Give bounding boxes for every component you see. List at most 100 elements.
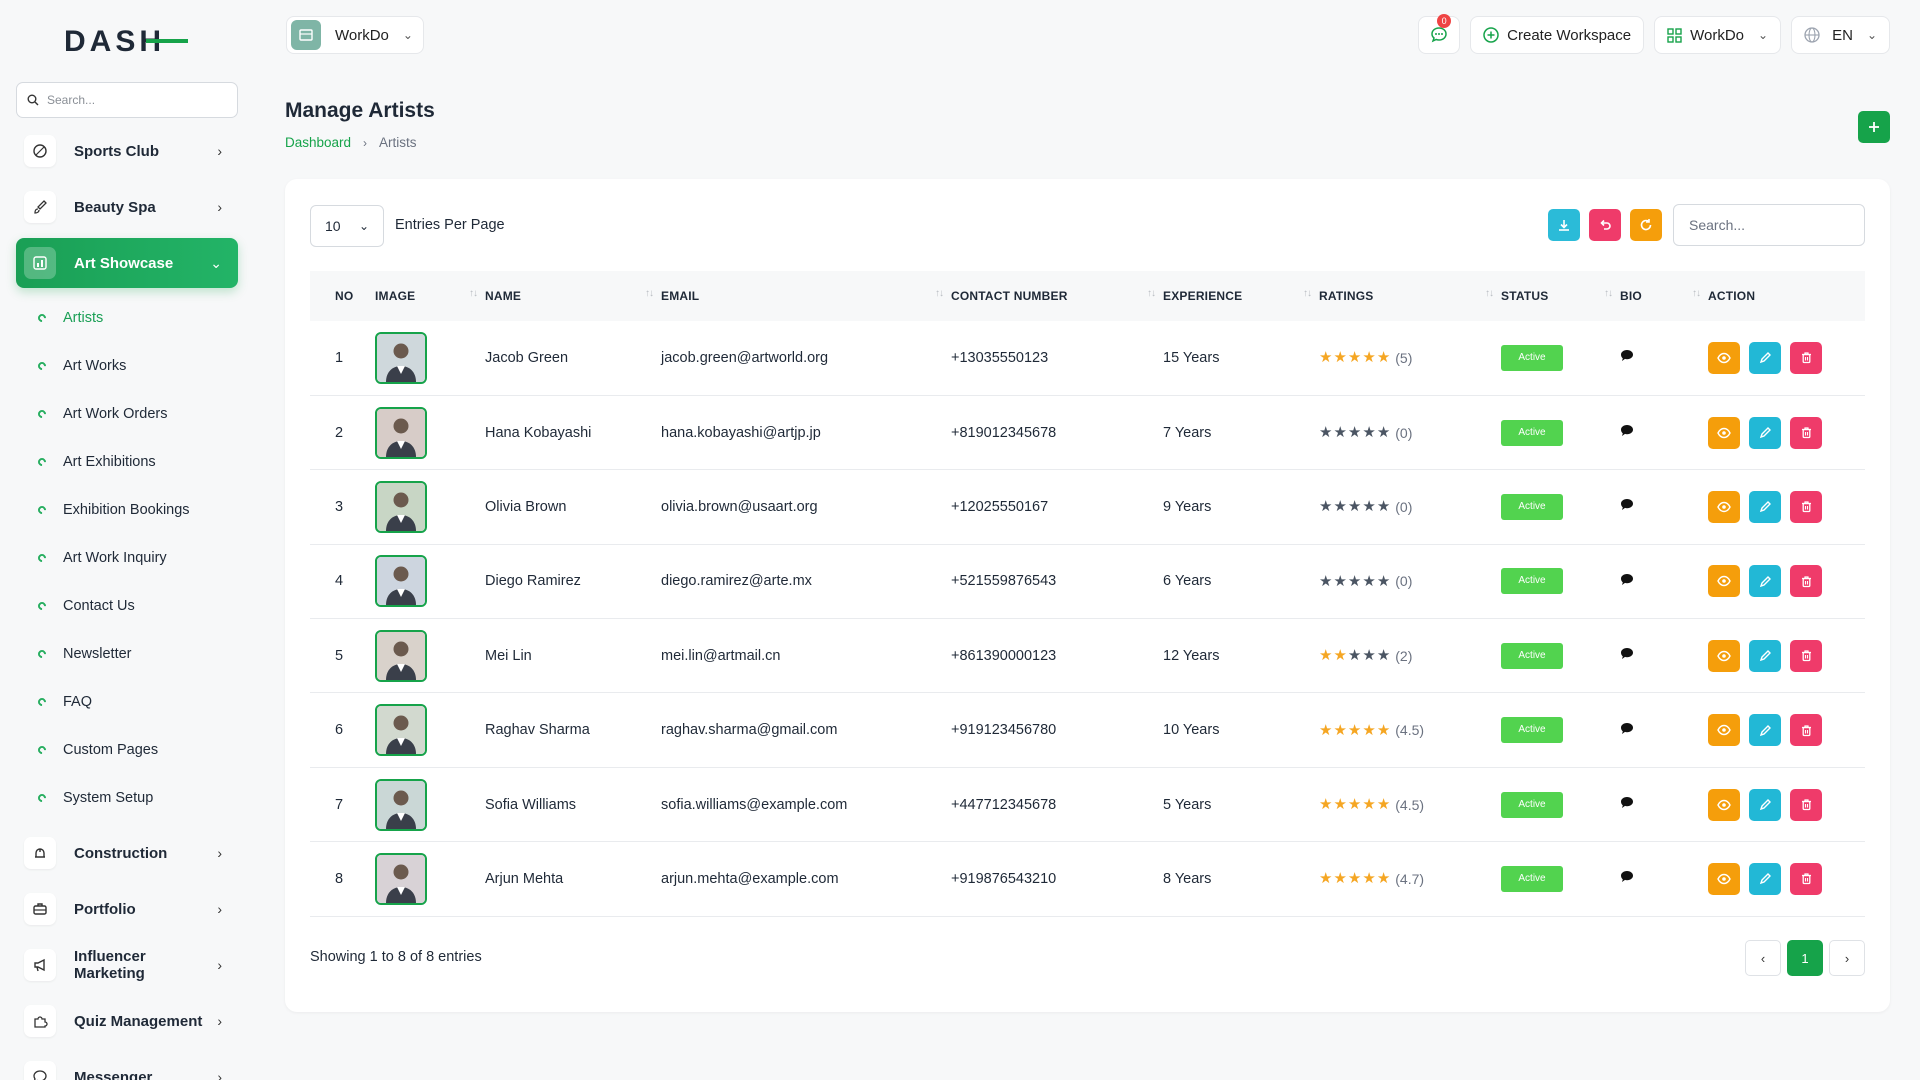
- edit-button[interactable]: [1749, 490, 1781, 523]
- view-button[interactable]: [1708, 714, 1740, 747]
- pagination-next-button[interactable]: ›: [1829, 940, 1865, 976]
- view-button[interactable]: [1708, 341, 1740, 374]
- cell-contact: +521559876543: [951, 573, 1057, 590]
- sidebar-subitem-art-exhibitions[interactable]: Art Exhibitions: [14, 438, 240, 486]
- sidebar-item-influencer-marketing[interactable]: Influencer Marketing ›: [16, 940, 238, 990]
- sidebar-search-input[interactable]: [47, 93, 227, 107]
- logo[interactable]: DASH: [14, 0, 240, 82]
- bio-comment-icon[interactable]: [1620, 573, 1634, 590]
- rating-value: (0): [1395, 573, 1413, 590]
- delete-button[interactable]: [1790, 862, 1822, 895]
- sidebar-search[interactable]: [16, 82, 238, 118]
- delete-button[interactable]: [1790, 565, 1822, 598]
- column-header-contact[interactable]: CONTACT NUMBER ↑↓: [951, 271, 1163, 321]
- entries-per-page-select[interactable]: 10 ⌄: [310, 205, 384, 247]
- delete-button[interactable]: [1790, 714, 1822, 747]
- cell-action: [1708, 395, 1865, 469]
- star-empty-icon: ★: [1347, 424, 1362, 442]
- column-header-name[interactable]: NAME ↑↓: [485, 271, 661, 321]
- sidebar-item-portfolio[interactable]: Portfolio ›: [16, 884, 238, 934]
- column-header-label: EMAIL: [661, 289, 700, 303]
- edit-button[interactable]: [1749, 639, 1781, 672]
- column-header-ratings[interactable]: RATINGS ↑↓: [1319, 271, 1501, 321]
- status-badge: Active: [1501, 568, 1563, 595]
- bio-comment-icon[interactable]: [1620, 722, 1634, 739]
- sort-icon: ↑↓: [1604, 288, 1613, 299]
- column-header-bio[interactable]: BIO ↑↓: [1620, 271, 1708, 321]
- view-button[interactable]: [1708, 639, 1740, 672]
- bio-comment-icon[interactable]: [1620, 796, 1634, 813]
- table-search-input[interactable]: [1673, 204, 1865, 246]
- pagination-prev-button[interactable]: ‹: [1745, 940, 1781, 976]
- delete-button[interactable]: [1790, 341, 1822, 374]
- language-selector[interactable]: EN ⌄: [1791, 16, 1890, 54]
- sidebar-item-messenger[interactable]: Messenger ›: [16, 1052, 238, 1080]
- bio-comment-icon[interactable]: [1620, 424, 1634, 441]
- sidebar-subitem-art-works[interactable]: Art Works: [14, 342, 240, 390]
- star-empty-icon: ★: [1319, 498, 1333, 516]
- bio-comment-icon[interactable]: [1620, 349, 1634, 366]
- bio-comment-icon[interactable]: [1620, 647, 1634, 664]
- rating-value: (2): [1395, 647, 1413, 664]
- sidebar-subitem-custom-pages[interactable]: Custom Pages: [14, 726, 240, 774]
- edit-button[interactable]: [1749, 862, 1781, 895]
- delete-button[interactable]: [1790, 490, 1822, 523]
- sidebar-item-sports-club[interactable]: Sports Club ›: [16, 126, 238, 176]
- delete-button[interactable]: [1790, 788, 1822, 821]
- sidebar-subitem-art-work-inquiry[interactable]: Art Work Inquiry: [14, 534, 240, 582]
- breadcrumb-dashboard-link[interactable]: Dashboard: [285, 135, 351, 150]
- sidebar-subitem-newsletter[interactable]: Newsletter: [14, 630, 240, 678]
- rating-value: (0): [1395, 424, 1413, 441]
- pagination-page-button[interactable]: 1: [1787, 940, 1823, 976]
- sports-icon: [24, 135, 56, 167]
- star-half-icon: ★: [1376, 721, 1391, 739]
- workspace-selector[interactable]: WorkDo ⌄: [286, 16, 424, 54]
- sidebar-subitem-faq[interactable]: FAQ: [14, 678, 240, 726]
- view-button[interactable]: [1708, 862, 1740, 895]
- sidebar-subitem-artists[interactable]: Artists: [14, 294, 240, 342]
- cell-contact: +861390000123: [951, 647, 1057, 664]
- column-header-experience[interactable]: EXPERIENCE ↑↓: [1163, 271, 1319, 321]
- chevron-down-icon: ⌄: [402, 28, 413, 42]
- column-header-image[interactable]: IMAGE ↑↓: [375, 271, 485, 321]
- delete-button[interactable]: [1790, 416, 1822, 449]
- sidebar-subitem-exhibition-bookings[interactable]: Exhibition Bookings: [14, 486, 240, 534]
- sidebar-item-quiz-management[interactable]: Quiz Management ›: [16, 996, 238, 1046]
- add-artist-button[interactable]: [1858, 111, 1890, 143]
- column-header-email[interactable]: EMAIL ↑↓: [661, 271, 951, 321]
- pencil-icon: [1759, 799, 1771, 811]
- star-empty-icon: ★: [1362, 647, 1376, 665]
- column-header-status[interactable]: STATUS ↑↓: [1501, 271, 1620, 321]
- cell-status: Active: [1501, 619, 1620, 693]
- edit-button[interactable]: [1749, 714, 1781, 747]
- view-button[interactable]: [1708, 788, 1740, 821]
- star-filled-icon: ★: [1347, 870, 1362, 888]
- star-filled-icon: ★: [1319, 647, 1333, 665]
- sidebar-item-construction[interactable]: Construction ›: [16, 828, 238, 878]
- view-button[interactable]: [1708, 416, 1740, 449]
- edit-button[interactable]: [1749, 565, 1781, 598]
- sidebar-subitem-contact-us[interactable]: Contact Us: [14, 582, 240, 630]
- edit-button[interactable]: [1749, 341, 1781, 374]
- sidebar-item-beauty-spa[interactable]: Beauty Spa ›: [16, 182, 238, 232]
- bio-comment-icon[interactable]: [1620, 870, 1634, 887]
- edit-button[interactable]: [1749, 788, 1781, 821]
- refresh-button[interactable]: [1630, 209, 1662, 241]
- export-button[interactable]: [1548, 209, 1580, 241]
- bio-comment-icon[interactable]: [1620, 498, 1634, 515]
- view-button[interactable]: [1708, 565, 1740, 598]
- artist-avatar: [375, 778, 427, 831]
- delete-button[interactable]: [1790, 639, 1822, 672]
- notifications-button[interactable]: 0: [1418, 14, 1461, 54]
- workspace-switch-button[interactable]: WorkDo ⌄: [1654, 16, 1782, 54]
- view-button[interactable]: [1708, 490, 1740, 523]
- cell-contact: +447712345678: [951, 796, 1057, 813]
- sidebar-subitem-system-setup[interactable]: System Setup: [14, 774, 240, 822]
- sidebar-subitem-art-work-orders[interactable]: Art Work Orders: [14, 390, 240, 438]
- sidebar-item-art-showcase[interactable]: Art Showcase ⌄: [16, 238, 238, 288]
- pencil-icon: [1759, 352, 1771, 364]
- edit-button[interactable]: [1749, 416, 1781, 449]
- create-workspace-button[interactable]: Create Workspace: [1470, 16, 1645, 54]
- reset-button[interactable]: [1589, 209, 1621, 241]
- sidebar-subitem-label: System Setup: [63, 790, 154, 806]
